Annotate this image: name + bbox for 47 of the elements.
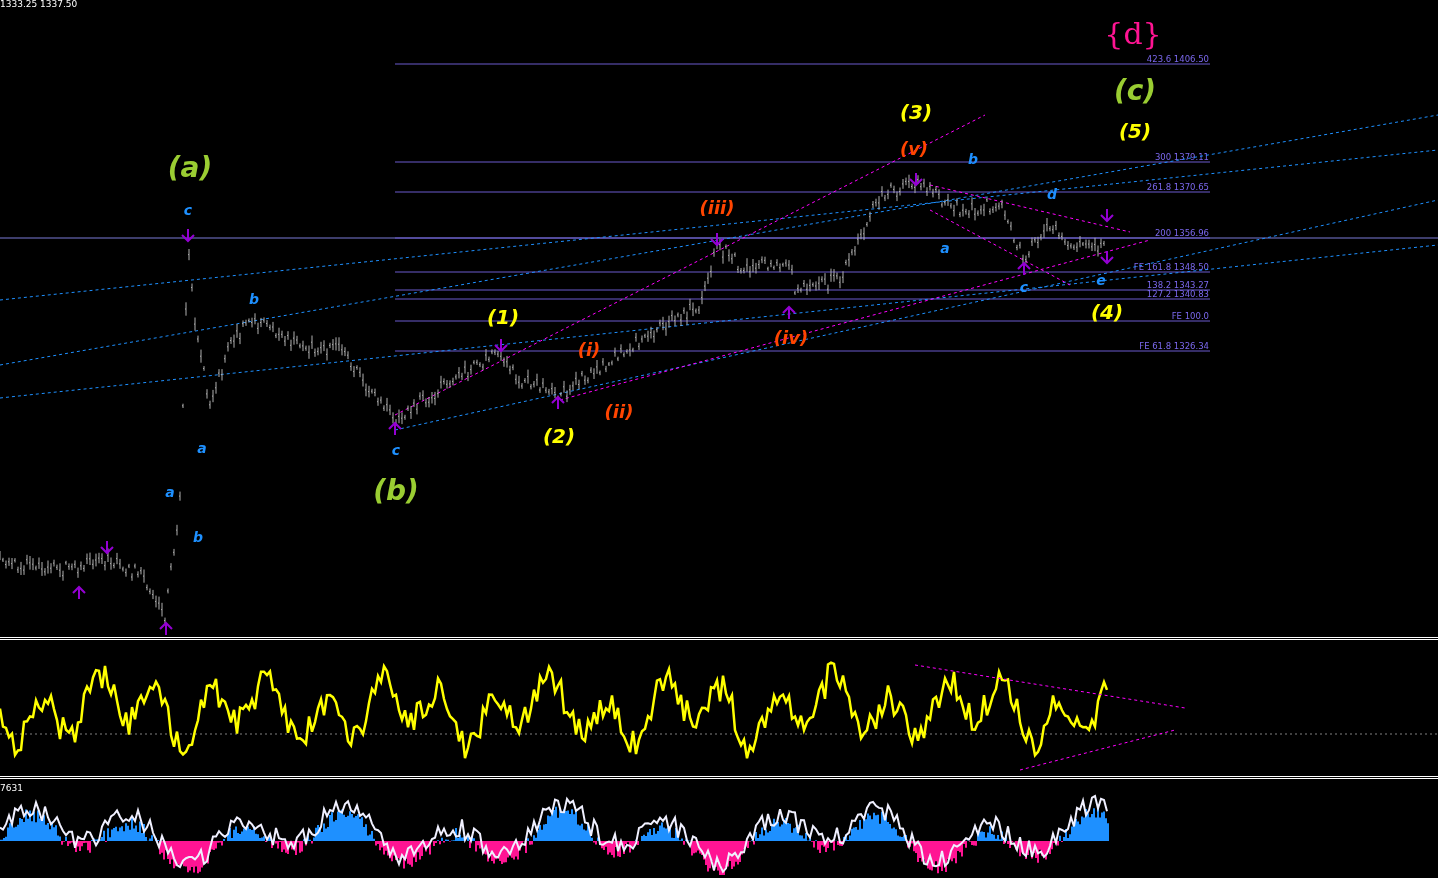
wave-label: (iv)	[773, 327, 809, 348]
down-arrow-icon	[909, 172, 923, 187]
fib-level-label: 138.2 1343.27	[1146, 280, 1209, 290]
wave-label: (a)	[167, 151, 213, 184]
wave-label: b	[968, 151, 978, 167]
fib-level-label: FE 161.8 1348.50	[1133, 262, 1209, 272]
fib-level-label: 261.8 1370.65	[1146, 182, 1209, 192]
down-arrow-icon	[181, 228, 195, 243]
up-arrow-icon	[782, 305, 796, 320]
wave-label: (c)	[1113, 74, 1157, 107]
wave-label: a	[165, 484, 175, 500]
up-arrow-icon	[388, 421, 402, 436]
down-arrow-icon	[100, 540, 114, 555]
wave-label: d	[1047, 186, 1057, 202]
wave-label: b	[193, 529, 203, 545]
wave-label: (4)	[1090, 300, 1124, 324]
wave-label: {d}	[1104, 16, 1162, 51]
wave-label: (ii)	[604, 401, 634, 422]
wave-label: (1)	[486, 305, 520, 329]
fib-level-label: 127.2 1340.83	[1146, 289, 1209, 299]
wave-label: (2)	[542, 424, 576, 448]
wave-label: (b)	[373, 474, 419, 507]
wave-label: e	[1096, 272, 1106, 288]
fib-level-label: FE 61.8 1326.34	[1139, 341, 1209, 351]
wave-label: b	[249, 291, 259, 307]
wave-label: a	[940, 240, 950, 256]
wave-label: a	[197, 440, 207, 456]
wave-label: (3)	[899, 100, 933, 124]
wave-label: (i)	[577, 339, 601, 360]
down-arrow-icon	[710, 232, 724, 247]
wave-label: (v)	[899, 138, 929, 159]
indicator-readout: 7631	[0, 784, 23, 793]
wave-label: c	[391, 442, 401, 458]
up-arrow-icon	[159, 621, 173, 636]
wave-label: (iii)	[699, 197, 735, 218]
wave-label: (5)	[1118, 119, 1152, 143]
fib-level-label: FE 100.0	[1171, 311, 1209, 321]
down-arrow-icon	[494, 338, 508, 353]
price-readout: 1333.25 1337.50	[0, 0, 78, 9]
up-arrow-icon	[1017, 261, 1031, 276]
fib-level-label: 423.6 1406.50	[1146, 54, 1209, 64]
up-arrow-icon	[72, 585, 86, 600]
down-arrow-icon	[1100, 250, 1114, 265]
up-arrow-icon	[551, 395, 565, 410]
down-arrow-icon	[1100, 208, 1114, 223]
fib-level-label: 200 1356.96	[1154, 228, 1209, 238]
wave-label: c	[183, 202, 193, 218]
